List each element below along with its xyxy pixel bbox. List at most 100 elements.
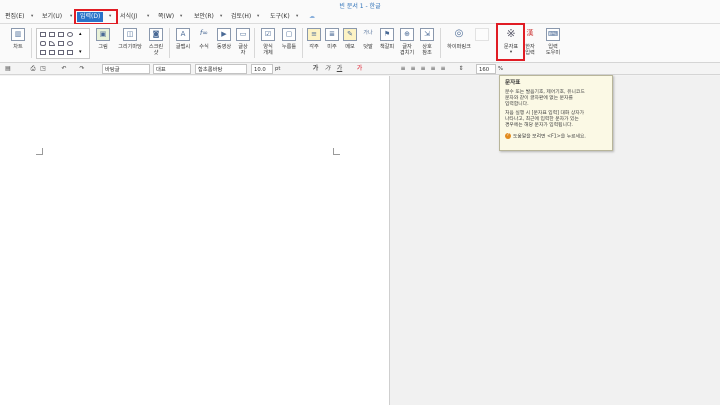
undo-icon[interactable]: ↶ (60, 65, 68, 73)
align-left-icon[interactable]: ≡ (410, 65, 416, 73)
menu-view[interactable]: 보기(U) (42, 12, 62, 22)
scroll-up-icon[interactable]: ▴ (79, 32, 85, 37)
textbox-label: 글상 자 (238, 44, 248, 56)
bold-icon[interactable]: 가 (312, 65, 319, 73)
connector-shape-icon[interactable] (49, 50, 55, 55)
footnote-icon: ≡ (307, 28, 321, 41)
zoom-unit: % (498, 66, 504, 72)
input-helper-label: 입력 도우미 (545, 44, 561, 56)
page-corner-mark (36, 148, 43, 155)
menu-edit[interactable]: 편집(E) (5, 12, 25, 22)
hyperlink-button[interactable]: ◎ 하이퍼링크 (444, 24, 474, 63)
align-distribute-icon[interactable]: ≡ (440, 65, 446, 73)
chart-label: 차트 (13, 44, 23, 50)
page-corner-mark (333, 148, 340, 155)
chart-button[interactable]: ▥ 차트 (8, 24, 28, 63)
zoom-input[interactable]: 160 (476, 64, 496, 74)
rounded-rect-icon[interactable] (40, 41, 46, 46)
chevron-down-icon[interactable]: ▾ (147, 12, 149, 22)
italic-icon[interactable]: 가 (324, 65, 331, 73)
menu-security[interactable]: 보안(R) (194, 12, 214, 22)
chevron-down-icon[interactable]: ▾ (31, 12, 33, 22)
rect-shape-icon[interactable] (58, 32, 64, 37)
bookmark-icon: ⚑ (380, 28, 394, 41)
endnote-button[interactable]: ≣ 미주 (324, 24, 340, 63)
textart-button[interactable]: A 글맵시 (173, 24, 193, 63)
video-button[interactable]: ▶ 동영상 (214, 24, 234, 63)
input-helper-icon: ⌨ (546, 28, 560, 41)
preview-icon[interactable]: ◳ (39, 65, 47, 73)
picture-icon: ▣ (96, 28, 110, 41)
picture-button[interactable]: ▣ 그림 (94, 24, 112, 63)
chevron-down-icon[interactable]: ▾ (257, 12, 259, 22)
field-icon: ▢ (282, 28, 296, 41)
scroll-down-icon[interactable]: ▾ (79, 50, 85, 55)
align-justify-icon[interactable]: ≡ (400, 65, 406, 73)
arc-shape-icon[interactable] (49, 41, 55, 46)
menu-tools[interactable]: 도구(K) (270, 12, 290, 22)
chevron-down-icon[interactable]: ▾ (296, 12, 298, 22)
click-field-button[interactable]: ▢ 누름틀 (279, 24, 299, 63)
bookmark-button[interactable]: ⚑ 책갈피 (378, 24, 396, 63)
footnote-button[interactable]: ≡ 각주 (306, 24, 322, 63)
connector-shape-icon[interactable] (67, 50, 73, 55)
menu-page[interactable]: 쪽(W) (158, 12, 174, 22)
redo-icon[interactable]: ↷ (78, 65, 86, 73)
menu-review[interactable]: 검토(H) (231, 12, 251, 22)
ruby-icon: 가나 (363, 30, 373, 36)
cloud-icon[interactable]: ☁ (309, 12, 315, 22)
font-color-icon[interactable]: 가 (356, 65, 363, 73)
divider (31, 28, 32, 58)
connector-shape-icon[interactable] (40, 50, 46, 55)
polygon-shape-icon[interactable] (58, 41, 64, 46)
endnote-icon: ≣ (325, 28, 339, 41)
char-overlap-button[interactable]: ⊕ 글자 겹치기 (398, 24, 416, 63)
language-select[interactable]: 대표 (153, 64, 191, 74)
align-right-icon[interactable]: ≡ (430, 65, 436, 73)
drawing-button[interactable]: ◫ 그리기마당 (115, 24, 145, 63)
form-object-button[interactable]: ☑ 양식 개체 (258, 24, 278, 63)
cross-ref-button[interactable]: ⇲ 상호 참조 (418, 24, 436, 63)
tooltip-description: 처음 실행 시 [문자표 입력] 대화 상자가 나타나고, 최근에 입력한 문자… (505, 111, 585, 128)
input-helper-button[interactable]: ⌨ 입력 도우미 (540, 24, 566, 63)
align-center-icon[interactable]: ≡ (420, 65, 426, 73)
style-select[interactable]: 바탕글 (102, 64, 150, 74)
connector-shape-icon[interactable] (58, 50, 64, 55)
textbox-button[interactable]: ▭ 글상 자 (235, 24, 251, 63)
textbox-icon: ▭ (236, 28, 250, 41)
font-select[interactable]: 함초롬바탕 (195, 64, 247, 74)
chevron-down-icon[interactable]: ▾ (70, 12, 72, 22)
highlight-box-char-map (496, 23, 525, 61)
underline-icon[interactable]: 가 (336, 65, 343, 73)
tooltip-title: 문자표 (505, 80, 521, 86)
cross-ref-label: 상호 참조 (422, 44, 432, 56)
cross-ref-icon: ⇲ (420, 28, 434, 41)
checkbox-icon: ☑ (261, 28, 275, 41)
font-size-unit: pt (275, 66, 281, 72)
ruby-button[interactable]: 가나 덧말 (360, 24, 376, 63)
click-field-label: 누름틀 (281, 44, 297, 50)
chart-icon: ▥ (11, 28, 25, 41)
line-spacing-icon[interactable]: ⇕ (458, 65, 464, 73)
font-size-input[interactable]: 10.0 (251, 64, 273, 74)
print-icon[interactable]: ⎙ (29, 65, 37, 73)
format-toolbar: ▤ ⎙ ◳ ↶ ↷ 바탕글 대표 함초롬바탕 10.0 pt 가 가 가 가 ≡… (0, 63, 720, 75)
char-overlap-icon: ⊕ (400, 28, 414, 41)
formula-icon: f∞ (199, 29, 209, 37)
screenshot-button[interactable]: ◙ 스크린 샷 (146, 24, 166, 63)
curve-shape-icon[interactable] (67, 41, 73, 46)
chevron-down-icon[interactable]: ▾ (180, 12, 182, 22)
line-shape-icon[interactable] (40, 32, 46, 37)
shapes-gallery[interactable]: ▴ ▾ (36, 28, 90, 59)
menu-format[interactable]: 서식(J) (120, 12, 138, 22)
ellipse-shape-icon[interactable] (67, 32, 73, 37)
textart-icon: A (176, 28, 190, 41)
memo-button[interactable]: ✎ 메모 (342, 24, 358, 63)
divider (169, 28, 170, 58)
disabled-button[interactable] (474, 24, 490, 63)
char-map-tooltip: 문자표 분수 또는 발음기호, 제어기호, 유니코드 문자와 같이 글자판에 없… (499, 75, 613, 151)
chevron-down-icon[interactable]: ▾ (220, 12, 222, 22)
document-page[interactable] (0, 76, 390, 405)
save-icon[interactable]: ▤ (4, 65, 12, 73)
rect-shape-icon[interactable] (49, 32, 55, 37)
